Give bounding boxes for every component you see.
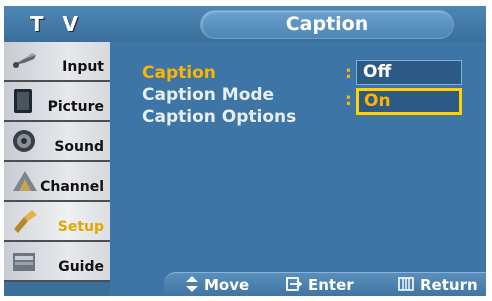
hint-move-label: Move	[204, 276, 250, 294]
separator-colon: :	[345, 63, 352, 83]
picture-monitor-icon	[14, 89, 32, 113]
separator-colon: :	[345, 90, 352, 110]
menu-row-caption-options[interactable]: Caption Options	[142, 106, 296, 128]
up-down-arrows-icon	[186, 276, 198, 292]
menu-row-caption[interactable]: Caption	[142, 62, 216, 84]
sidebar-item-label: Picture	[47, 99, 104, 115]
menu-row-caption-mode[interactable]: Caption Mode	[142, 84, 274, 106]
header-bar: T V Caption	[4, 6, 486, 42]
sidebar-item-label: Sound	[54, 139, 104, 155]
system-title: T V	[29, 12, 85, 36]
sidebar: Input Picture Sound Channel Setup Guide	[4, 42, 110, 296]
title-pill: Caption	[201, 11, 453, 38]
footer-hints: Move Enter Return	[164, 272, 486, 296]
caption-mode-label: Caption Mode	[142, 85, 275, 105]
enter-icon	[286, 277, 302, 291]
option-off[interactable]: Off	[356, 60, 462, 85]
sidebar-item-guide[interactable]: Guide	[4, 242, 110, 282]
osd-frame: T V Caption Input Picture Sound Channel …	[4, 6, 486, 296]
hint-enter-label: Enter	[308, 276, 354, 294]
hint-return-label: Return	[420, 276, 478, 294]
return-icon	[398, 277, 414, 291]
sidebar-item-setup[interactable]: Setup	[4, 202, 110, 242]
sidebar-item-picture[interactable]: Picture	[4, 82, 110, 122]
caption-options-label: Caption Options	[142, 107, 297, 127]
sidebar-item-label: Input	[62, 59, 104, 75]
sidebar-item-label: Guide	[58, 259, 104, 275]
hint-return: Return	[398, 273, 478, 296]
caption-menu: Caption Caption Mode Caption Options : :…	[110, 42, 486, 266]
tv-screen: T V Caption Input Picture Sound Channel …	[0, 0, 492, 301]
page-title: Caption	[285, 13, 369, 35]
sidebar-item-channel[interactable]: Channel	[4, 162, 110, 202]
sidebar-item-input[interactable]: Input	[4, 42, 110, 82]
speaker-icon	[13, 130, 35, 152]
sidebar-item-label: Channel	[40, 179, 104, 195]
input-plug-icon	[13, 53, 36, 68]
setup-icon	[14, 210, 37, 233]
channel-antenna-icon	[13, 171, 37, 191]
option-on-selected[interactable]: On	[356, 88, 462, 115]
sidebar-item-label: Setup	[57, 219, 104, 235]
sidebar-item-sound[interactable]: Sound	[4, 122, 110, 162]
hint-enter: Enter	[286, 273, 354, 296]
hint-move: Move	[186, 273, 249, 296]
caption-label: Caption	[142, 63, 216, 83]
program-guide-icon	[13, 253, 35, 271]
